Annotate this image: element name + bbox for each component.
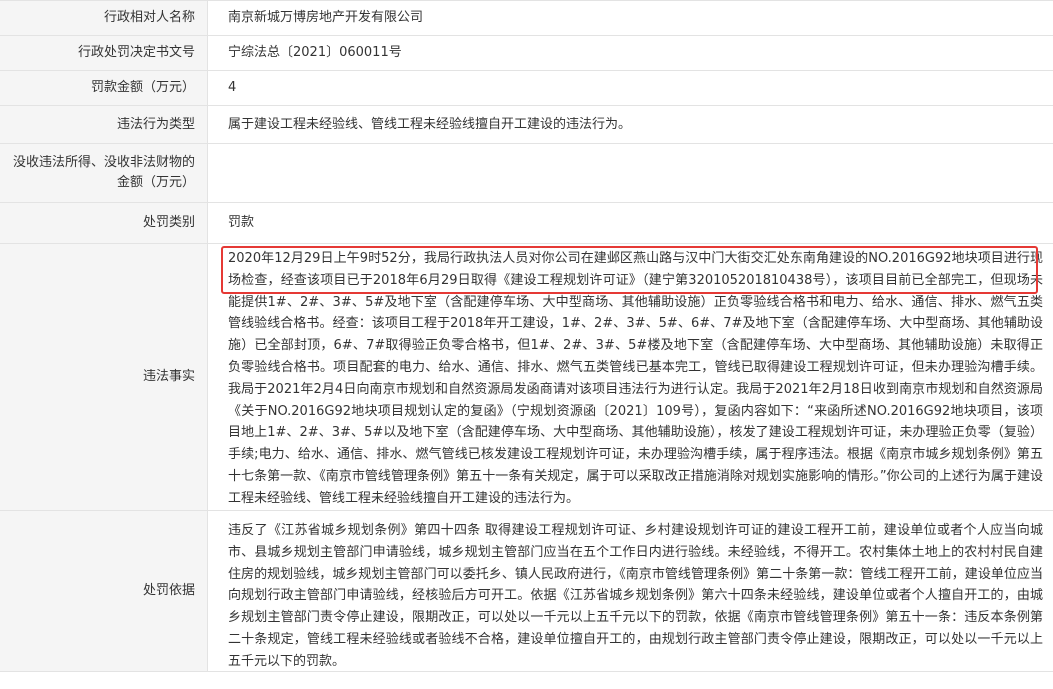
table-row: 处罚依据 违反了《江苏省城乡规划条例》第四十四条 取得建设工程规划许可证、乡村建… <box>0 511 1053 672</box>
row-value-container: 违反了《江苏省城乡规划条例》第四十四条 取得建设工程规划许可证、乡村建设规划许可… <box>208 511 1053 671</box>
table-row: 行政相对人名称 南京新城万博房地产开发有限公司 <box>0 1 1053 36</box>
row-value: 属于建设工程未经验线、管线工程未经验线擅自开工建设的违法行为。 <box>228 116 632 132</box>
row-label: 处罚依据 <box>0 511 208 671</box>
penalty-basis-text: 违反了《江苏省城乡规划条例》第四十四条 取得建设工程规划许可证、乡村建设规划许可… <box>228 523 1043 669</box>
row-label: 行政处罚决定书文号 <box>0 36 208 70</box>
table-row: 处罚类别 罚款 <box>0 203 1053 244</box>
row-value: 宁综法总〔2021〕060011号 <box>228 45 402 60</box>
table-row: 没收违法所得、没收非法财物的金额（万元） <box>0 144 1053 203</box>
row-value: 南京新城万博房地产开发有限公司 <box>228 10 424 25</box>
row-value: 4 <box>228 80 237 95</box>
row-value <box>208 144 1053 202</box>
table-row: 违法事实 2020年12月29日上午9时52分，我局行政执法人员对你公司在建邺区… <box>0 244 1053 511</box>
row-label: 违法行为类型 <box>0 106 208 143</box>
row-label: 没收违法所得、没收非法财物的金额（万元） <box>0 144 208 202</box>
row-label: 行政相对人名称 <box>0 1 208 35</box>
violation-facts-text: 2020年12月29日上午9时52分，我局行政执法人员对你公司在建邺区燕山路与汉… <box>228 251 1043 506</box>
row-label: 处罚类别 <box>0 203 208 243</box>
row-label: 违法事实 <box>0 244 208 510</box>
table-row: 罚款金额（万元） 4 <box>0 71 1053 106</box>
row-label: 罚款金额（万元） <box>0 71 208 105</box>
penalty-info-table: 行政相对人名称 南京新城万博房地产开发有限公司 行政处罚决定书文号 宁综法总〔2… <box>0 0 1053 672</box>
table-row: 行政处罚决定书文号 宁综法总〔2021〕060011号 <box>0 36 1053 71</box>
table-row: 违法行为类型 属于建设工程未经验线、管线工程未经验线擅自开工建设的违法行为。 <box>0 106 1053 144</box>
row-value-container: 2020年12月29日上午9时52分，我局行政执法人员对你公司在建邺区燕山路与汉… <box>208 244 1053 510</box>
row-value: 罚款 <box>228 215 255 230</box>
